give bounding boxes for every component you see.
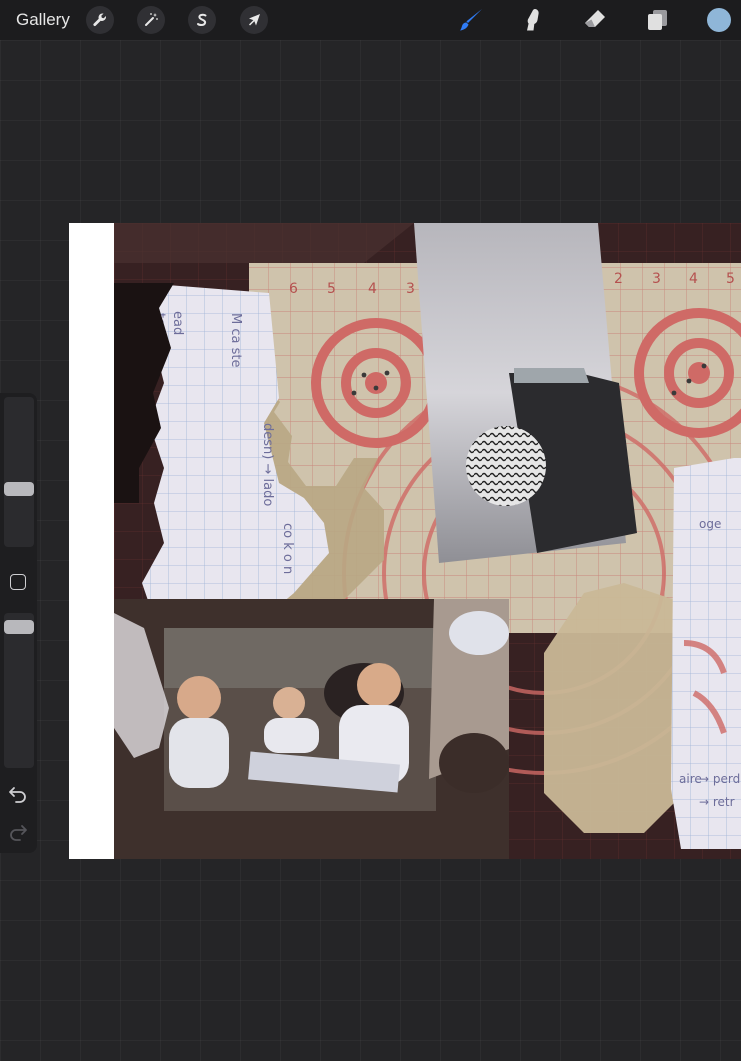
collage-artwork: 6 5 4 3 2 3 4 5 teme ead M ca ste desn) … (114, 223, 741, 859)
ruler-number: 5 (726, 271, 735, 287)
redo-icon[interactable] (8, 821, 28, 841)
ruler-number: 4 (689, 271, 698, 287)
brush-opacity-slider[interactable] (4, 613, 34, 768)
layers-icon (648, 10, 667, 30)
ruler-number: 2 (614, 271, 623, 287)
handwriting: M ca ste (228, 313, 243, 367)
left-sidebar (0, 393, 37, 853)
modify-square-button[interactable] (10, 574, 26, 590)
drawing-canvas[interactable]: 6 5 4 3 2 3 4 5 teme ead M ca ste desn) … (69, 223, 741, 859)
selection-button[interactable] (188, 6, 216, 34)
ruler-number: 3 (406, 281, 415, 297)
wrench-icon (93, 13, 107, 27)
handwriting: → perd (699, 772, 740, 786)
brush-size-slider[interactable] (4, 397, 34, 547)
eraser-tool-button[interactable] (580, 5, 610, 35)
ruler-number: 3 (652, 271, 661, 287)
smudge-finger-icon (527, 9, 539, 31)
brush-icon (460, 9, 482, 31)
ruler-number: 5 (327, 281, 336, 297)
gallery-button[interactable]: Gallery (16, 10, 70, 30)
magic-wand-icon (145, 13, 158, 26)
transform-button[interactable] (240, 6, 268, 34)
eraser-icon (585, 10, 605, 27)
selection-s-icon (197, 13, 207, 26)
arrow-cursor-icon (249, 14, 260, 26)
handwriting: desn) → lado (260, 423, 275, 506)
ruler-number: 6 (289, 281, 298, 297)
handwriting: co k o n (280, 523, 295, 574)
collage-artwork-image: 6 5 4 3 2 3 4 5 teme ead M ca ste desn) … (114, 223, 741, 859)
ruler-number: 4 (368, 281, 377, 297)
handwriting: oge (699, 517, 721, 531)
brush-opacity-thumb[interactable] (4, 620, 34, 635)
layers-button[interactable] (642, 5, 672, 35)
adjustments-button[interactable] (137, 6, 165, 34)
undo-icon[interactable] (8, 783, 28, 803)
actions-button[interactable] (86, 6, 114, 34)
brush-tool-button[interactable] (456, 5, 486, 35)
current-color-swatch[interactable] (707, 8, 731, 32)
handwriting: → retr (699, 795, 735, 809)
handwriting: ead (170, 311, 185, 335)
top-toolbar: Gallery (0, 0, 741, 40)
smudge-tool-button[interactable] (518, 5, 548, 35)
brush-size-thumb[interactable] (4, 482, 34, 497)
